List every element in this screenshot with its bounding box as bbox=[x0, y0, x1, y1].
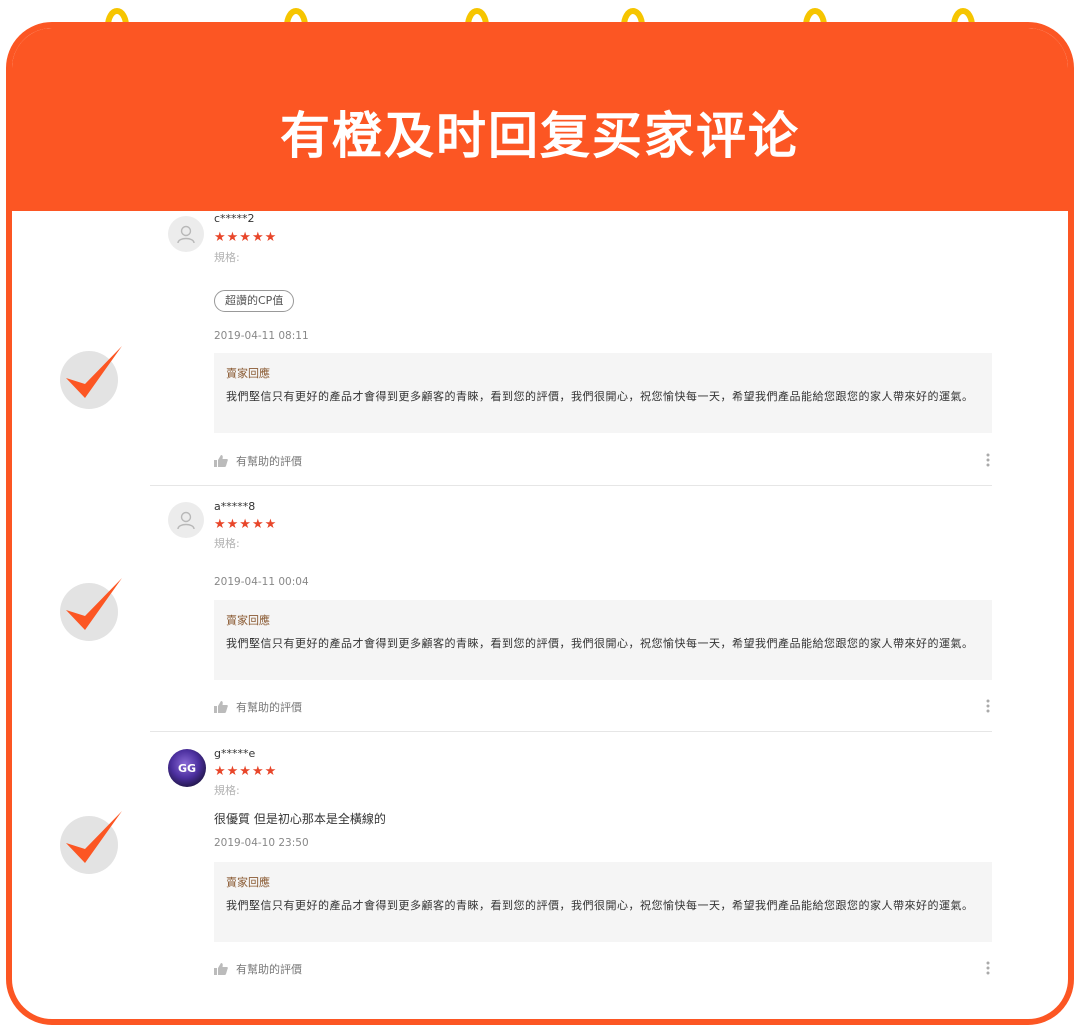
review-date: 2019-04-11 08:11 bbox=[214, 330, 309, 342]
review-spec: 規格: bbox=[214, 784, 240, 797]
review-spec: 規格: bbox=[214, 537, 240, 550]
more-options-icon[interactable] bbox=[986, 961, 990, 975]
review-item: a*****8 ★★★★★ 規格: 2019-04-11 00:04 賣家回應 … bbox=[150, 498, 992, 734]
more-options-icon[interactable] bbox=[986, 699, 990, 713]
review-date: 2019-04-10 23:50 bbox=[214, 837, 309, 849]
review-comment: 很優質 但是初心那本是全橫線的 bbox=[214, 812, 386, 826]
review-spec: 規格: bbox=[214, 251, 240, 264]
user-avatar-icon bbox=[168, 216, 204, 252]
seller-reply-title: 賣家回應 bbox=[226, 614, 270, 627]
checkmark-icon bbox=[58, 340, 122, 409]
rating-stars: ★★★★★ bbox=[214, 517, 278, 532]
rating-stars: ★★★★★ bbox=[214, 230, 278, 245]
checkmark-icon bbox=[58, 572, 122, 641]
helpful-label: 有幫助的評價 bbox=[236, 963, 302, 976]
user-avatar-icon bbox=[168, 502, 204, 538]
rating-stars: ★★★★★ bbox=[214, 764, 278, 779]
review-item: c*****2 ★★★★★ 規格: 超讚的CP值 2019-04-11 08:1… bbox=[150, 212, 992, 487]
seller-reply-title: 賣家回應 bbox=[226, 367, 270, 380]
helpful-button[interactable]: 有幫助的評價 bbox=[214, 961, 302, 977]
helpful-button[interactable]: 有幫助的評價 bbox=[214, 453, 302, 469]
helpful-label: 有幫助的評價 bbox=[236, 701, 302, 714]
thumbs-up-icon bbox=[214, 455, 228, 467]
review-username: a*****8 bbox=[214, 500, 256, 513]
header-banner: 有橙及时回复买家评论 bbox=[12, 28, 1068, 211]
review-username: g*****e bbox=[214, 747, 256, 760]
divider bbox=[150, 485, 992, 486]
divider bbox=[150, 731, 992, 732]
review-username: c*****2 bbox=[214, 212, 255, 225]
seller-reply-box: 賣家回應 我們堅信只有更好的產品才會得到更多顧客的青睞，看到您的評價，我們很開心… bbox=[214, 353, 992, 433]
seller-reply-text: 我們堅信只有更好的產品才會得到更多顧客的青睞，看到您的評價，我們很開心，祝您愉快… bbox=[226, 899, 974, 912]
seller-reply-box: 賣家回應 我們堅信只有更好的產品才會得到更多顧客的青睞，看到您的評價，我們很開心… bbox=[214, 600, 992, 680]
checkmark-icon bbox=[58, 805, 122, 874]
gg-logo-avatar: GG bbox=[168, 749, 206, 787]
thumbs-up-icon bbox=[214, 963, 228, 975]
more-options-icon[interactable] bbox=[986, 453, 990, 467]
avatar-text: GG bbox=[177, 761, 197, 775]
seller-reply-text: 我們堅信只有更好的產品才會得到更多顧客的青睞，看到您的評價，我們很開心，祝您愉快… bbox=[226, 390, 974, 403]
review-tag: 超讚的CP值 bbox=[214, 290, 295, 312]
review-date: 2019-04-11 00:04 bbox=[214, 576, 309, 588]
seller-reply-text: 我們堅信只有更好的產品才會得到更多顧客的青睞，看到您的評價，我們很開心，祝您愉快… bbox=[226, 637, 974, 650]
seller-reply-title: 賣家回應 bbox=[226, 876, 270, 889]
seller-reply-box: 賣家回應 我們堅信只有更好的產品才會得到更多顧客的青睞，看到您的評價，我們很開心… bbox=[214, 862, 992, 942]
helpful-label: 有幫助的評價 bbox=[236, 455, 302, 468]
helpful-button[interactable]: 有幫助的評價 bbox=[214, 699, 302, 715]
page-title: 有橙及时回复买家评论 bbox=[280, 107, 800, 165]
review-item: GG g*****e ★★★★★ 規格: 很優質 但是初心那本是全橫線的 201… bbox=[150, 745, 992, 985]
thumbs-up-icon bbox=[214, 701, 228, 713]
